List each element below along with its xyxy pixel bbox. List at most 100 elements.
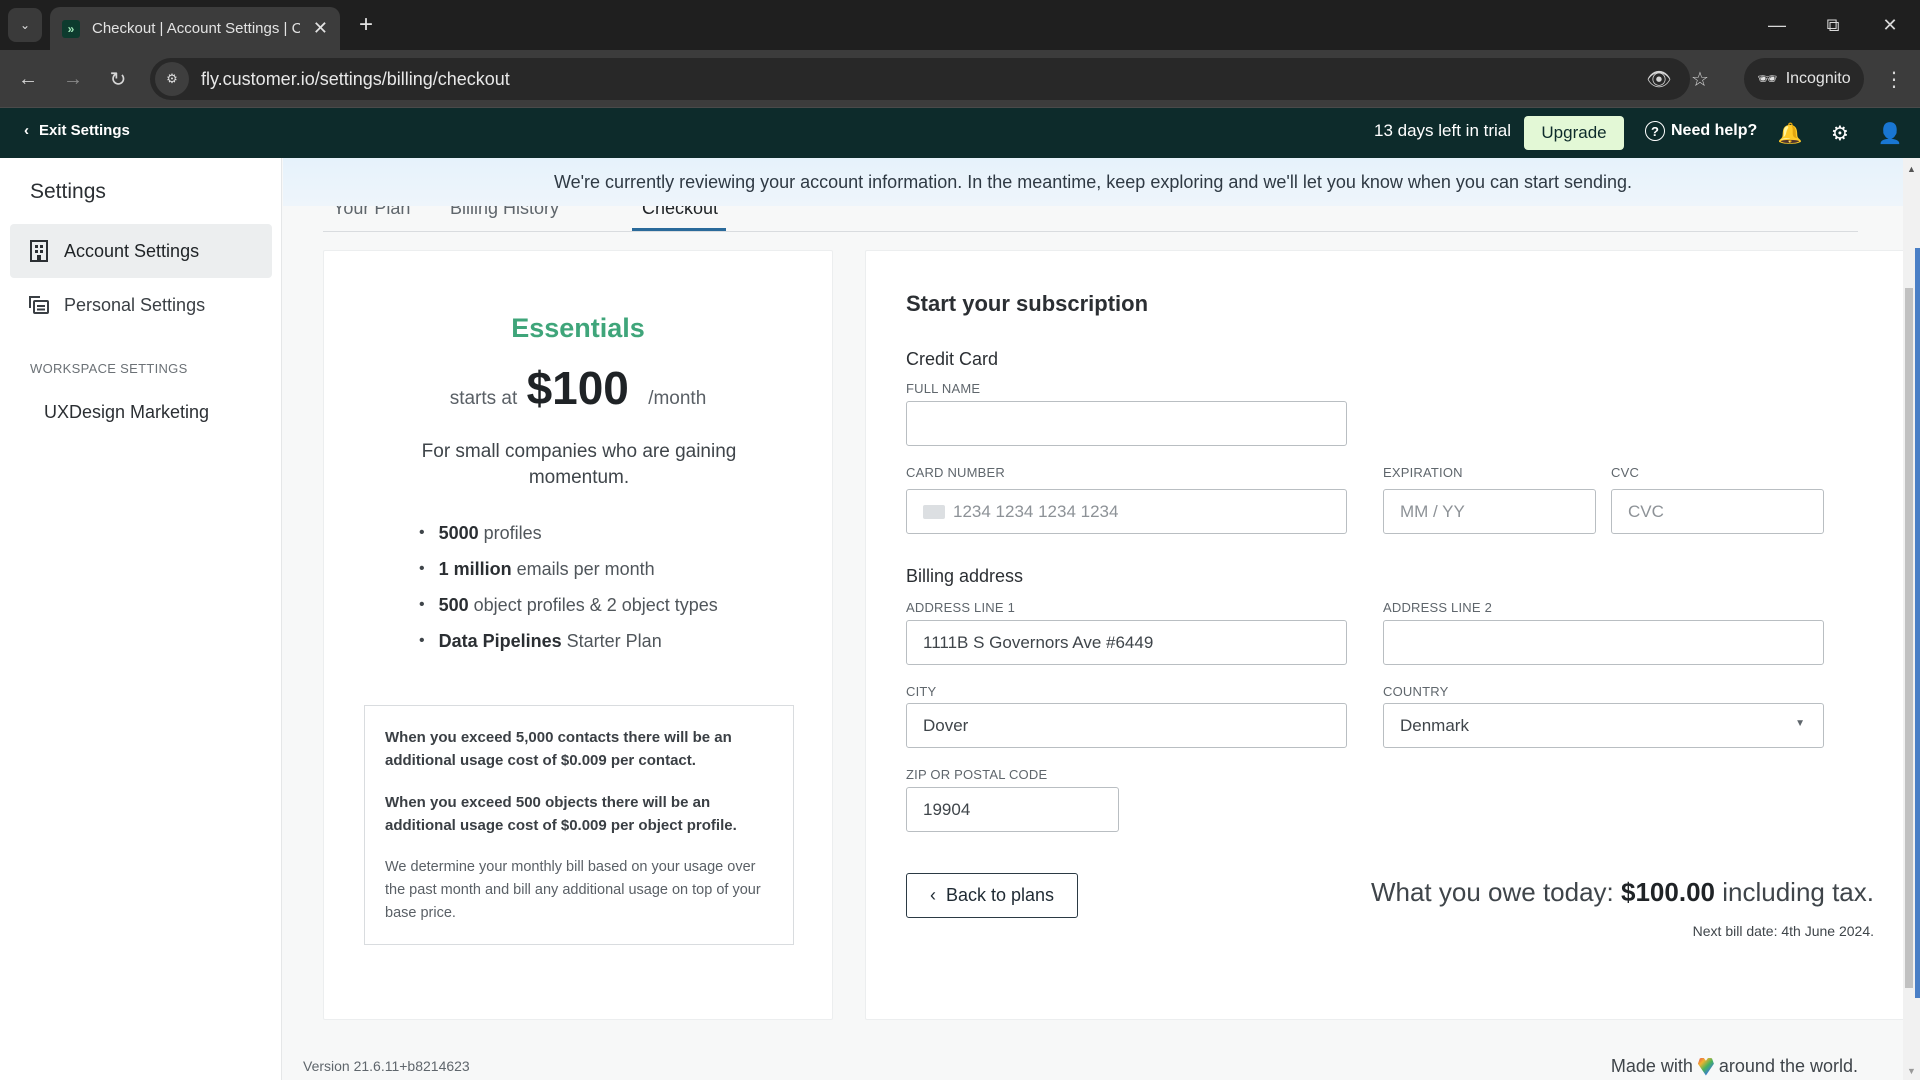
credit-card-heading: Credit Card <box>906 349 999 369</box>
address1-label: ADDRESS LINE 1 <box>906 600 1016 615</box>
active-tab-indicator <box>632 228 726 231</box>
feature-text: emails per month <box>516 558 655 579</box>
feature-bold: Data Pipelines <box>438 630 562 651</box>
billing-note: We determine your monthly bill based on … <box>385 859 761 921</box>
chevron-down-icon: ⌄ <box>19 18 31 32</box>
need-help-button[interactable]: ? Need help? <box>1645 121 1757 141</box>
amount-due: What you owe today: $100.00 including ta… <box>1186 877 1874 908</box>
full-name-input[interactable] <box>906 401 1347 446</box>
plan-features: 5000profiles 1 millionemails per month 5… <box>419 515 718 659</box>
billing-address-heading: Billing address <box>906 566 1024 586</box>
browser-menu-icon[interactable]: ⋮ <box>1880 64 1908 94</box>
eye-off-icon[interactable]: 👁 <box>1645 65 1673 93</box>
checkout-form-card: Start your subscription Credit Card FULL… <box>865 250 1903 1020</box>
need-help-label: Need help? <box>1671 122 1758 139</box>
dropdown-caret-icon: ▼ <box>1795 718 1805 729</box>
feature-item: 1 millionemails per month <box>419 551 718 587</box>
feature-text: profiles <box>483 522 542 543</box>
page-scrollbar[interactable]: ▲ ▼ <box>1903 158 1920 1080</box>
back-icon[interactable]: ← <box>13 64 43 94</box>
address2-label: ADDRESS LINE 2 <box>1383 600 1493 615</box>
sidebar-title: Settings <box>30 180 106 203</box>
city-label: CITY <box>906 684 937 699</box>
price-amount: $100 <box>526 362 629 414</box>
back-to-plans-button[interactable]: ‹ Back to plans <box>906 873 1078 918</box>
owe-amount: $100.00 <box>1621 877 1715 907</box>
scrollbar-accent <box>1915 248 1920 998</box>
zip-label: ZIP OR POSTAL CODE <box>906 767 1048 782</box>
country-value: Denmark <box>1400 715 1469 735</box>
new-tab-button[interactable]: + <box>352 11 380 39</box>
tab-search-button[interactable]: ⌄ <box>8 8 42 42</box>
feature-bold: 5000 <box>438 522 479 543</box>
main-content: We're currently reviewing your account i… <box>283 158 1903 1080</box>
review-banner: We're currently reviewing your account i… <box>283 158 1903 206</box>
incognito-badge[interactable]: 🕶 Incognito <box>1744 58 1864 100</box>
site-settings-icon[interactable]: ⚙ <box>155 62 189 96</box>
owe-prefix: What you owe today: <box>1370 877 1614 907</box>
trial-status: 13 days left in trial <box>1374 121 1512 140</box>
address1-input[interactable]: 1111B S Governors Ave #6449 <box>906 620 1347 665</box>
owe-suffix: including tax. <box>1722 877 1874 907</box>
url-text[interactable]: fly.customer.io/settings/billing/checkou… <box>201 69 510 90</box>
bookmark-star-icon[interactable]: ☆ <box>1686 65 1714 93</box>
browser-tab-active[interactable]: » Checkout | Account Settings | C ✕ <box>50 7 340 50</box>
zip-input[interactable]: 19904 <box>906 787 1119 832</box>
usage-note-contacts: When you exceed 5,000 contacts there wil… <box>385 729 732 769</box>
incognito-icon: 🕶 <box>1757 71 1778 88</box>
scroll-down-arrow-icon[interactable]: ▼ <box>1907 1066 1916 1076</box>
plan-name: Essentials <box>511 313 645 343</box>
card-number-label: CARD NUMBER <box>906 465 1005 480</box>
city-input[interactable]: Dover <box>906 703 1347 748</box>
plan-price: starts at $100 /month <box>324 361 832 415</box>
sidebar-item-label: Account Settings <box>64 240 200 261</box>
cvc-input[interactable]: CVC <box>1611 489 1824 534</box>
full-name-label: FULL NAME <box>906 381 981 396</box>
upgrade-button[interactable]: Upgrade <box>1524 116 1624 150</box>
credit-card-icon <box>923 504 945 519</box>
chevron-left-icon: ‹ <box>24 122 29 139</box>
sidebar-item-account-settings[interactable]: Account Settings <box>10 224 272 278</box>
feature-text: object profiles & 2 object types <box>473 594 718 615</box>
version-text: Version 21.6.11+b8214623 <box>303 1058 470 1074</box>
feature-item: Data PipelinesStarter Plan <box>419 623 718 659</box>
form-title: Start your subscription <box>906 291 1149 316</box>
card-number-input[interactable]: 1234 1234 1234 1234 <box>906 489 1347 534</box>
heart-icon <box>1697 1057 1714 1076</box>
country-label: COUNTRY <box>1383 684 1449 699</box>
scroll-up-arrow-icon[interactable]: ▲ <box>1907 164 1916 174</box>
restore-button[interactable]: ⧉ <box>1818 12 1848 38</box>
expiration-label: EXPIRATION <box>1383 465 1463 480</box>
exit-settings-link[interactable]: ‹ Exit Settings <box>24 122 130 139</box>
expiration-input[interactable]: MM / YY <box>1383 489 1596 534</box>
customerio-favicon-icon: » <box>62 19 80 38</box>
browser-tabstrip: ⌄ » Checkout | Account Settings | C ✕ + … <box>0 0 1920 50</box>
address2-input[interactable] <box>1383 620 1824 665</box>
building-icon <box>28 240 50 262</box>
forward-icon[interactable]: → <box>58 64 88 94</box>
close-window-button[interactable]: ✕ <box>1875 12 1905 38</box>
plan-description: For small companies who are gaining mome… <box>421 441 737 488</box>
made-with-prefix: Made with <box>1610 1056 1693 1076</box>
country-select[interactable]: Denmark ▼ <box>1383 703 1824 748</box>
sidebar-item-workspace[interactable]: UXDesign Marketing <box>44 402 209 423</box>
bell-icon[interactable]: 🔔 <box>1777 120 1803 146</box>
minimize-button[interactable]: — <box>1762 12 1792 38</box>
back-to-plans-label: Back to plans <box>945 885 1055 905</box>
usage-cost-box: When you exceed 5,000 contacts there wil… <box>364 705 794 945</box>
user-icon[interactable]: 👤 <box>1877 120 1903 146</box>
next-bill-date: Next bill date: 4th June 2024. <box>1692 923 1874 939</box>
feature-text: Starter Plan <box>566 630 662 651</box>
sidebar-item-label: Personal Settings <box>64 294 206 315</box>
address-bar[interactable]: ⚙ fly.customer.io/settings/billing/check… <box>150 58 1709 100</box>
price-prefix: starts at <box>449 388 518 409</box>
cvc-label: CVC <box>1611 465 1640 480</box>
incognito-label: Incognito <box>1785 70 1851 87</box>
close-tab-icon[interactable]: ✕ <box>313 18 328 39</box>
chevron-left-icon: ‹ <box>929 885 936 905</box>
scrollbar-thumb[interactable] <box>1905 288 1913 988</box>
reload-icon[interactable]: ↻ <box>103 64 133 94</box>
sidebar-item-personal-settings[interactable]: Personal Settings <box>10 278 272 332</box>
profile-card-icon <box>28 294 50 316</box>
gear-icon[interactable]: ⚙ <box>1827 120 1853 146</box>
